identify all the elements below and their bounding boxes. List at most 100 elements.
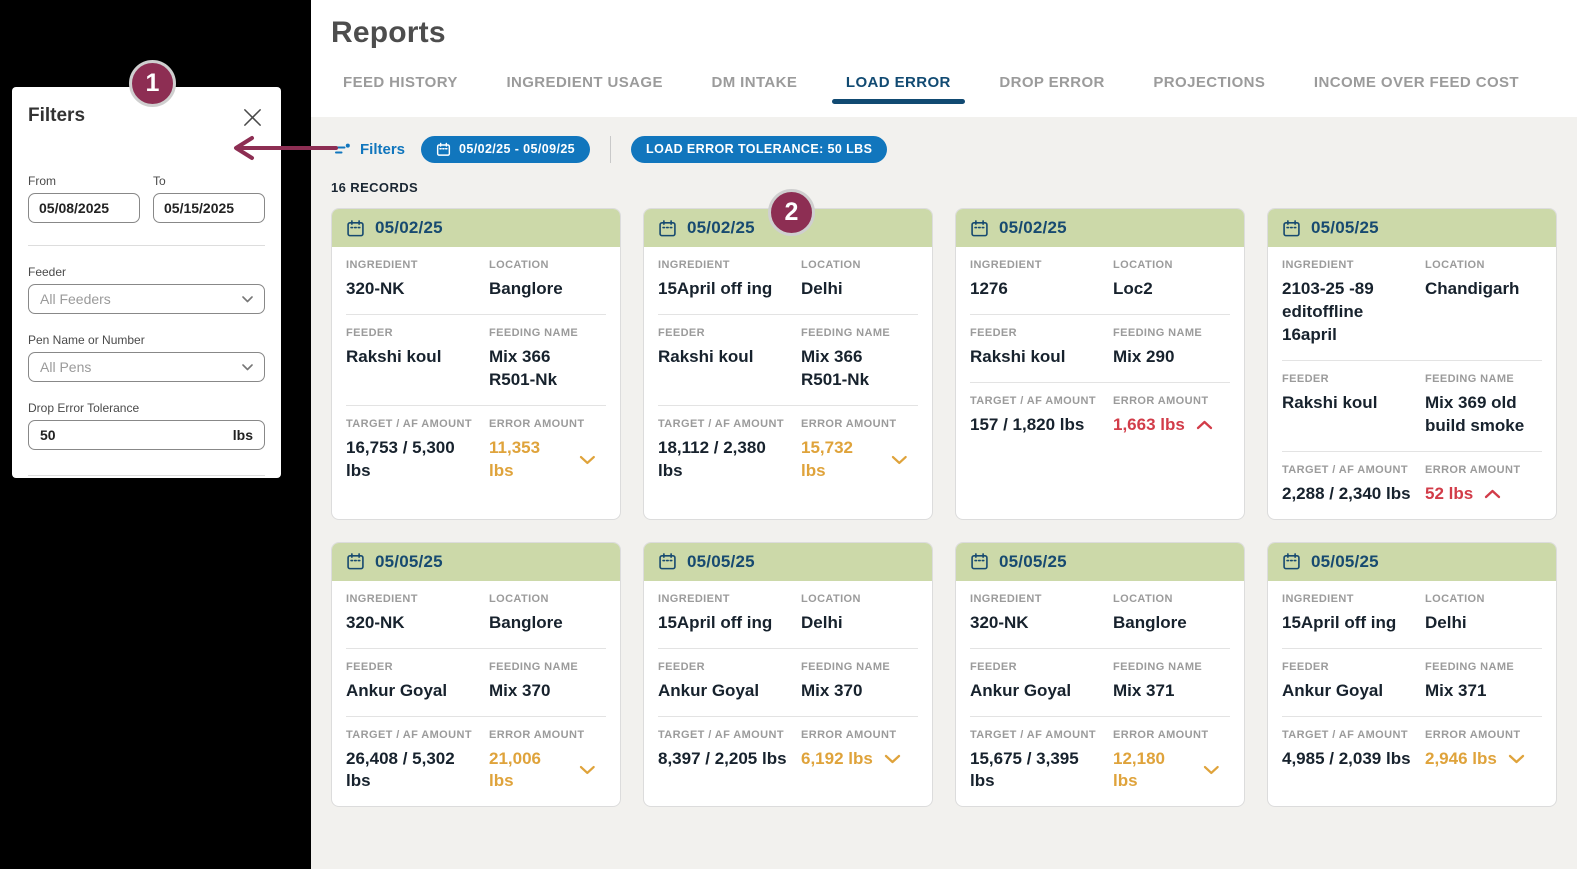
card-date: 05/02/25 — [999, 218, 1067, 238]
ingredient-value: 15April off ing — [658, 278, 801, 301]
location-value: Delhi — [801, 278, 918, 301]
chevron-down-icon[interactable] — [1203, 765, 1220, 775]
location-label: LOCATION — [1113, 593, 1230, 605]
ingredient-location-row: INGREDIENT 320-NK LOCATION Banglore — [346, 247, 606, 314]
error-amount-value: 1,663 lbs — [1113, 414, 1230, 437]
page-title: Reports — [331, 16, 1557, 50]
feeder-feeding-row: FEEDER Rakshi koul FEEDING NAME Mix 366 … — [346, 314, 606, 405]
load-error-tolerance-chip[interactable]: LOAD ERROR TOLERANCE: 50 LBS — [631, 136, 887, 163]
location-value: Banglore — [489, 612, 606, 635]
chevron-down-icon[interactable] — [579, 455, 596, 465]
target-af-value: 2,288 / 2,340 lbs — [1282, 483, 1425, 506]
error-amount-value: 2,946 lbs — [1425, 748, 1542, 771]
close-icon — [242, 107, 263, 128]
target-af-value: 157 / 1,820 lbs — [970, 414, 1113, 437]
feeder-feeding-row: FEEDER Ankur Goyal FEEDING NAME Mix 371 — [1282, 648, 1542, 716]
ingredient-value: 15April off ing — [658, 612, 801, 635]
card-date: 05/05/25 — [687, 552, 755, 572]
target-error-row: TARGET / AF AMOUNT 18,112 / 2,380 lbs ER… — [658, 405, 918, 496]
target-af-label: TARGET / AF AMOUNT — [346, 418, 489, 430]
feeder-feeding-row: FEEDER Rakshi koul FEEDING NAME Mix 366 … — [658, 314, 918, 405]
location-label: LOCATION — [1425, 593, 1542, 605]
feeding-name-label: FEEDING NAME — [1425, 373, 1542, 385]
feeding-name-value: Mix 371 — [1425, 680, 1542, 703]
card-date-header: 05/02/25 — [956, 209, 1244, 247]
feeding-name-value: Mix 366 R501-Nk — [801, 346, 918, 392]
feeder-label: FEEDER — [658, 661, 801, 673]
feeding-name-value: Mix 290 — [1113, 346, 1230, 369]
ingredient-label: INGREDIENT — [658, 259, 801, 271]
card-date-header: 05/05/25 — [644, 543, 932, 581]
feeding-name-label: FEEDING NAME — [489, 327, 606, 339]
chevron-down-icon[interactable] — [884, 754, 901, 764]
feeder-feeding-row: FEEDER Ankur Goyal FEEDING NAME Mix 370 — [346, 648, 606, 716]
card-date-header: 05/02/25 — [332, 209, 620, 247]
target-error-row: TARGET / AF AMOUNT 2,288 / 2,340 lbs ERR… — [1282, 451, 1542, 519]
panel-divider — [28, 475, 265, 476]
load-error-card-grid: 05/02/25 INGREDIENT 320-NK LOCATION Bang… — [331, 208, 1557, 807]
drop-error-tolerance-label: Drop Error Tolerance — [28, 401, 265, 415]
tab-ingredient-usage[interactable]: INGREDIENT USAGE — [506, 74, 662, 104]
ingredient-value: 15April off ing — [1282, 612, 1425, 635]
error-amount-value: 52 lbs — [1425, 483, 1542, 506]
calendar-icon — [1282, 552, 1301, 571]
panel-divider — [28, 245, 265, 246]
location-value: Banglore — [1113, 612, 1230, 635]
calendar-icon — [436, 142, 451, 157]
tab-projections[interactable]: PROJECTIONS — [1153, 74, 1265, 104]
ingredient-value: 2103-25 -89 editoffline 16april — [1282, 278, 1425, 347]
feeder-value: Rakshi koul — [1282, 392, 1425, 415]
to-date-input[interactable] — [153, 193, 265, 223]
feeding-name-value: Mix 370 — [489, 680, 606, 703]
error-amount-value: 11,353 lbs — [489, 437, 606, 483]
calendar-icon — [658, 552, 677, 571]
ingredient-location-row: INGREDIENT 15April off ing LOCATION Delh… — [1282, 581, 1542, 648]
ingredient-value: 1276 — [970, 278, 1113, 301]
location-label: LOCATION — [489, 259, 606, 271]
annotation-badge-2: 2 — [768, 189, 815, 236]
ingredient-value: 320-NK — [346, 612, 489, 635]
filters-toggle-label: Filters — [360, 141, 405, 158]
ingredient-location-row: INGREDIENT 1276 LOCATION Loc2 — [970, 247, 1230, 314]
ingredient-label: INGREDIENT — [1282, 593, 1425, 605]
pen-select-value: All Pens — [40, 359, 91, 375]
pen-select[interactable]: All Pens — [28, 352, 265, 382]
target-error-row: TARGET / AF AMOUNT 8,397 / 2,205 lbs ERR… — [658, 716, 918, 784]
target-af-label: TARGET / AF AMOUNT — [1282, 464, 1425, 476]
tab-dm-intake[interactable]: DM INTAKE — [711, 74, 797, 104]
filters-toggle-button[interactable]: Filters — [331, 141, 405, 158]
reports-page: Reports FEED HISTORY INGREDIENT USAGE DM I… — [311, 0, 1577, 869]
feeding-name-label: FEEDING NAME — [489, 661, 606, 673]
filters-panel-title: Filters — [28, 105, 85, 127]
drop-error-tolerance-input[interactable] — [40, 427, 233, 443]
feeder-feeding-row: FEEDER Rakshi koul FEEDING NAME Mix 290 — [970, 314, 1230, 382]
chevron-down-icon[interactable] — [891, 455, 908, 465]
date-range-chip[interactable]: 05/02/25 - 05/09/25 — [421, 136, 590, 163]
tab-income-over-feed-cost[interactable]: INCOME OVER FEED COST — [1314, 74, 1519, 104]
records-count: 16 RECORDS — [331, 180, 1557, 195]
chevron-down-icon[interactable] — [579, 765, 596, 775]
feeder-label: FEEDER — [970, 661, 1113, 673]
ingredient-label: INGREDIENT — [1282, 259, 1425, 271]
ingredient-label: INGREDIENT — [346, 593, 489, 605]
load-error-card: 05/02/25 INGREDIENT 320-NK LOCATION Bang… — [331, 208, 621, 520]
feeder-value: Ankur Goyal — [658, 680, 801, 703]
chevron-up-icon[interactable] — [1196, 420, 1213, 430]
target-error-row: TARGET / AF AMOUNT 26,408 / 5,302 lbs ER… — [346, 716, 606, 807]
close-button[interactable] — [240, 105, 265, 130]
feeder-value: Rakshi koul — [658, 346, 801, 369]
from-date-input[interactable] — [28, 193, 140, 223]
annotation-arrow — [226, 134, 340, 162]
feeder-select[interactable]: All Feeders — [28, 284, 265, 314]
chevron-down-icon[interactable] — [1508, 754, 1525, 764]
card-date: 05/02/25 — [687, 218, 755, 238]
tab-feed-history[interactable]: FEED HISTORY — [343, 74, 458, 104]
tab-load-error[interactable]: LOAD ERROR — [846, 74, 951, 104]
target-af-value: 15,675 / 3,395 lbs — [970, 748, 1113, 794]
card-date-header: 05/05/25 — [332, 543, 620, 581]
calendar-icon — [658, 219, 677, 238]
target-af-value: 16,753 / 5,300 lbs — [346, 437, 489, 483]
target-af-label: TARGET / AF AMOUNT — [346, 729, 489, 741]
tab-drop-error[interactable]: DROP ERROR — [999, 74, 1104, 104]
chevron-up-icon[interactable] — [1484, 489, 1501, 499]
